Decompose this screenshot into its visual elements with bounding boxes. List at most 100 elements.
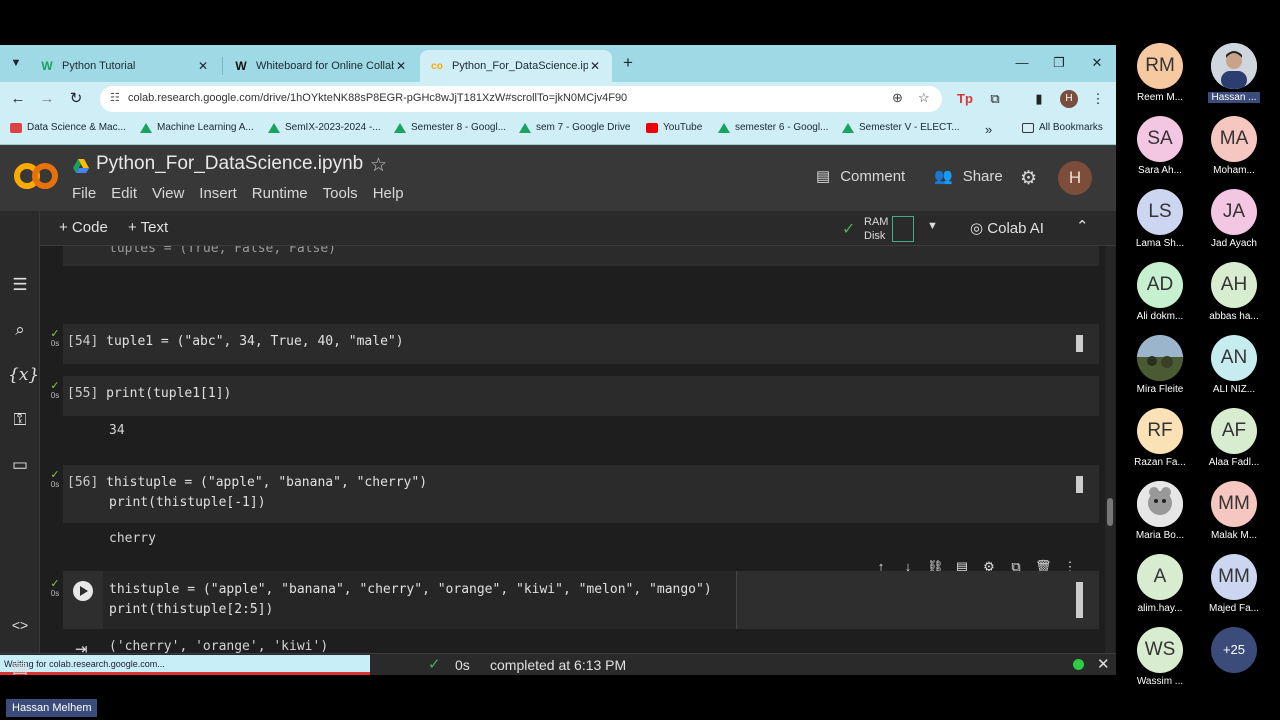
restore-icon[interactable]: ❐ (1049, 53, 1069, 73)
close-tab-icon[interactable]: ✕ (588, 59, 602, 73)
runtime-dropdown-icon[interactable]: ▼ (927, 220, 938, 232)
run-cell-button[interactable] (73, 581, 93, 601)
bookmark-item[interactable]: Machine Learning A... (140, 122, 254, 133)
close-window-icon[interactable]: ✕ (1087, 53, 1107, 73)
menu-help[interactable]: Help (373, 185, 404, 202)
code-cell-partial[interactable]: tuples = (True, False, False) (63, 246, 1099, 266)
extension-tp-icon[interactable]: Tp (954, 88, 976, 110)
settings-gear-icon[interactable]: ⚙ (1020, 167, 1037, 190)
reload-icon[interactable]: ↻ (65, 88, 87, 110)
drive-logo-icon[interactable] (73, 158, 89, 174)
participant-tile[interactable]: AD Ali dokm... (1124, 262, 1196, 322)
output-actions-icon[interactable]: ⇥ (75, 640, 88, 653)
cell-output: 34 (109, 423, 125, 438)
menu-edit[interactable]: Edit (111, 185, 137, 202)
bookmark-item[interactable]: semester 6 - Googl... (718, 122, 828, 133)
close-tab-icon[interactable]: ✕ (196, 59, 210, 73)
menu-file[interactable]: File (72, 185, 96, 202)
more-bookmarks-icon[interactable]: » (985, 122, 992, 137)
participant-tile[interactable]: AH abbas ha... (1198, 262, 1270, 322)
participant-tile[interactable]: MM Majed Fa... (1198, 554, 1270, 614)
tab-search-chevron-icon[interactable]: ▼ (6, 53, 26, 73)
participant-tile[interactable]: RM Reem M... (1124, 43, 1196, 103)
bookmark-item[interactable]: sem 7 - Google Drive (519, 122, 630, 133)
bookmark-item[interactable]: Data Science & Mac... (10, 122, 126, 133)
participant-tile[interactable]: SA Sara Ah... (1124, 116, 1196, 176)
colab-ai-button[interactable]: ◎ Colab AI (970, 219, 1044, 237)
close-status-icon[interactable]: ✕ (1097, 655, 1110, 673)
bookmark-favicon-icon (10, 122, 22, 133)
site-info-icon[interactable]: ☷ (110, 91, 120, 104)
w3schools-icon: W (41, 59, 53, 73)
participant-tile[interactable]: A alim.hay... (1124, 554, 1196, 614)
menu-insert[interactable]: Insert (199, 185, 237, 202)
participant-tile[interactable]: WS Wassim ... (1124, 627, 1196, 687)
participant-tile[interactable]: AF Alaa Fadl... (1198, 408, 1270, 468)
command-palette-icon[interactable]: ▤ (8, 657, 32, 675)
participant-tile[interactable]: LS Lama Sh... (1124, 189, 1196, 249)
more-participants-button[interactable]: +25 (1198, 627, 1270, 673)
menu-tools[interactable]: Tools (323, 185, 358, 202)
add-code-button[interactable]: + Code (59, 219, 108, 236)
url-input[interactable]: ☷ colab.research.google.com/drive/1hOYkt… (100, 86, 942, 112)
participant-tile[interactable]: AN ALI NIZ... (1198, 335, 1270, 395)
bookmark-star-icon[interactable]: ☆ (918, 90, 930, 106)
browser-menu-icon[interactable]: ⋮ (1087, 88, 1109, 110)
user-avatar[interactable]: H (1058, 161, 1092, 195)
extensions-puzzle-icon[interactable]: ⧉ (984, 88, 1006, 110)
secrets-key-icon[interactable]: ⚿ (8, 408, 32, 432)
code-editor[interactable]: thistuple = ("apple", "banana", "cherry"… (103, 571, 737, 629)
table-of-contents-icon[interactable]: ☰ (8, 273, 32, 297)
participant-name: alim.hay... (1137, 603, 1183, 614)
star-icon[interactable]: ☆ (370, 154, 387, 177)
notebook-title[interactable]: Python_For_DataScience.ipynb (96, 153, 363, 175)
participant-tile[interactable]: Hassan ... (1198, 43, 1270, 108)
connected-check-icon: ✓ (842, 221, 856, 238)
code-snippets-icon[interactable]: <> (8, 613, 32, 637)
scroll-thumb[interactable] (1107, 498, 1113, 526)
zoom-icon[interactable]: ⊕ (892, 90, 903, 106)
bookmark-item[interactable]: YouTube (646, 122, 702, 133)
minimize-icon[interactable]: — (1012, 53, 1032, 73)
files-folder-icon[interactable]: ▭ (8, 453, 32, 477)
bookmark-item[interactable]: SemIX-2023-2024 -... (268, 122, 381, 133)
bookmark-label: Machine Learning A... (157, 122, 254, 133)
browser-profile-avatar[interactable]: H (1060, 90, 1078, 108)
new-tab-icon[interactable]: + (618, 53, 638, 73)
notebook-scrollbar[interactable] (1105, 246, 1115, 653)
bookmark-item[interactable]: Semester V - ELECT... (842, 122, 960, 133)
menu-view[interactable]: View (152, 185, 184, 202)
bookmark-item[interactable]: Semester 8 - Googl... (394, 122, 506, 133)
participant-tile[interactable]: Mira Fleite (1124, 335, 1196, 395)
status-completed-text[interactable]: completed at 6:13 PM (490, 657, 626, 673)
colab-logo-icon[interactable] (14, 163, 60, 191)
tab-whiteboard[interactable]: W Whiteboard for Online Collabor ✕ (224, 50, 418, 82)
participant-tile[interactable]: MM Malak M... (1198, 481, 1270, 541)
code-cell-54[interactable]: [54] tuple1 = ("abc", 34, True, 40, "mal… (63, 324, 1099, 364)
search-icon[interactable]: ⌕ (8, 318, 32, 342)
all-bookmarks-button[interactable]: All Bookmarks (1022, 122, 1103, 133)
code-cell-55[interactable]: [55] print(tuple1[1]) (63, 376, 1099, 416)
code-cell-current[interactable]: thistuple = ("apple", "banana", "cherry"… (63, 571, 1099, 629)
code-cell-56[interactable]: [56] thistuple = ("apple", "banana", "ch… (63, 465, 1099, 523)
bookmark-label: Semester V - ELECT... (859, 122, 960, 133)
tab-colab-notebook[interactable]: co Python_For_DataScience.ipynb ✕ (420, 50, 612, 82)
participant-tile[interactable]: JA Jad Ayach (1198, 189, 1270, 249)
back-icon[interactable]: ← (7, 88, 29, 110)
share-label: Share (962, 167, 1003, 185)
comment-button[interactable]: ▤ Comment (816, 167, 905, 186)
side-panel-icon[interactable]: ▮ (1028, 88, 1050, 110)
variables-icon[interactable]: {x} (8, 363, 39, 387)
close-tab-icon[interactable]: ✕ (394, 59, 408, 73)
forward-icon[interactable]: → (36, 88, 58, 110)
add-text-button[interactable]: + Text (128, 219, 168, 236)
collapse-header-icon[interactable]: ⌃ (1076, 217, 1089, 235)
participant-tile[interactable]: Maria Bo... (1124, 481, 1196, 541)
left-sidebar: ☰ ⌕ {x} ⚿ ▭ <> (0, 211, 40, 653)
ram-disk-indicator[interactable]: RAM Disk (864, 215, 888, 243)
menu-runtime[interactable]: Runtime (252, 185, 308, 202)
participant-tile[interactable]: MA Moham... (1198, 116, 1270, 176)
participant-tile[interactable]: RF Razan Fa... (1124, 408, 1196, 468)
tab-python-tutorial[interactable]: W Python Tutorial ✕ (30, 50, 220, 82)
share-button[interactable]: 👥 Share (934, 167, 1003, 186)
